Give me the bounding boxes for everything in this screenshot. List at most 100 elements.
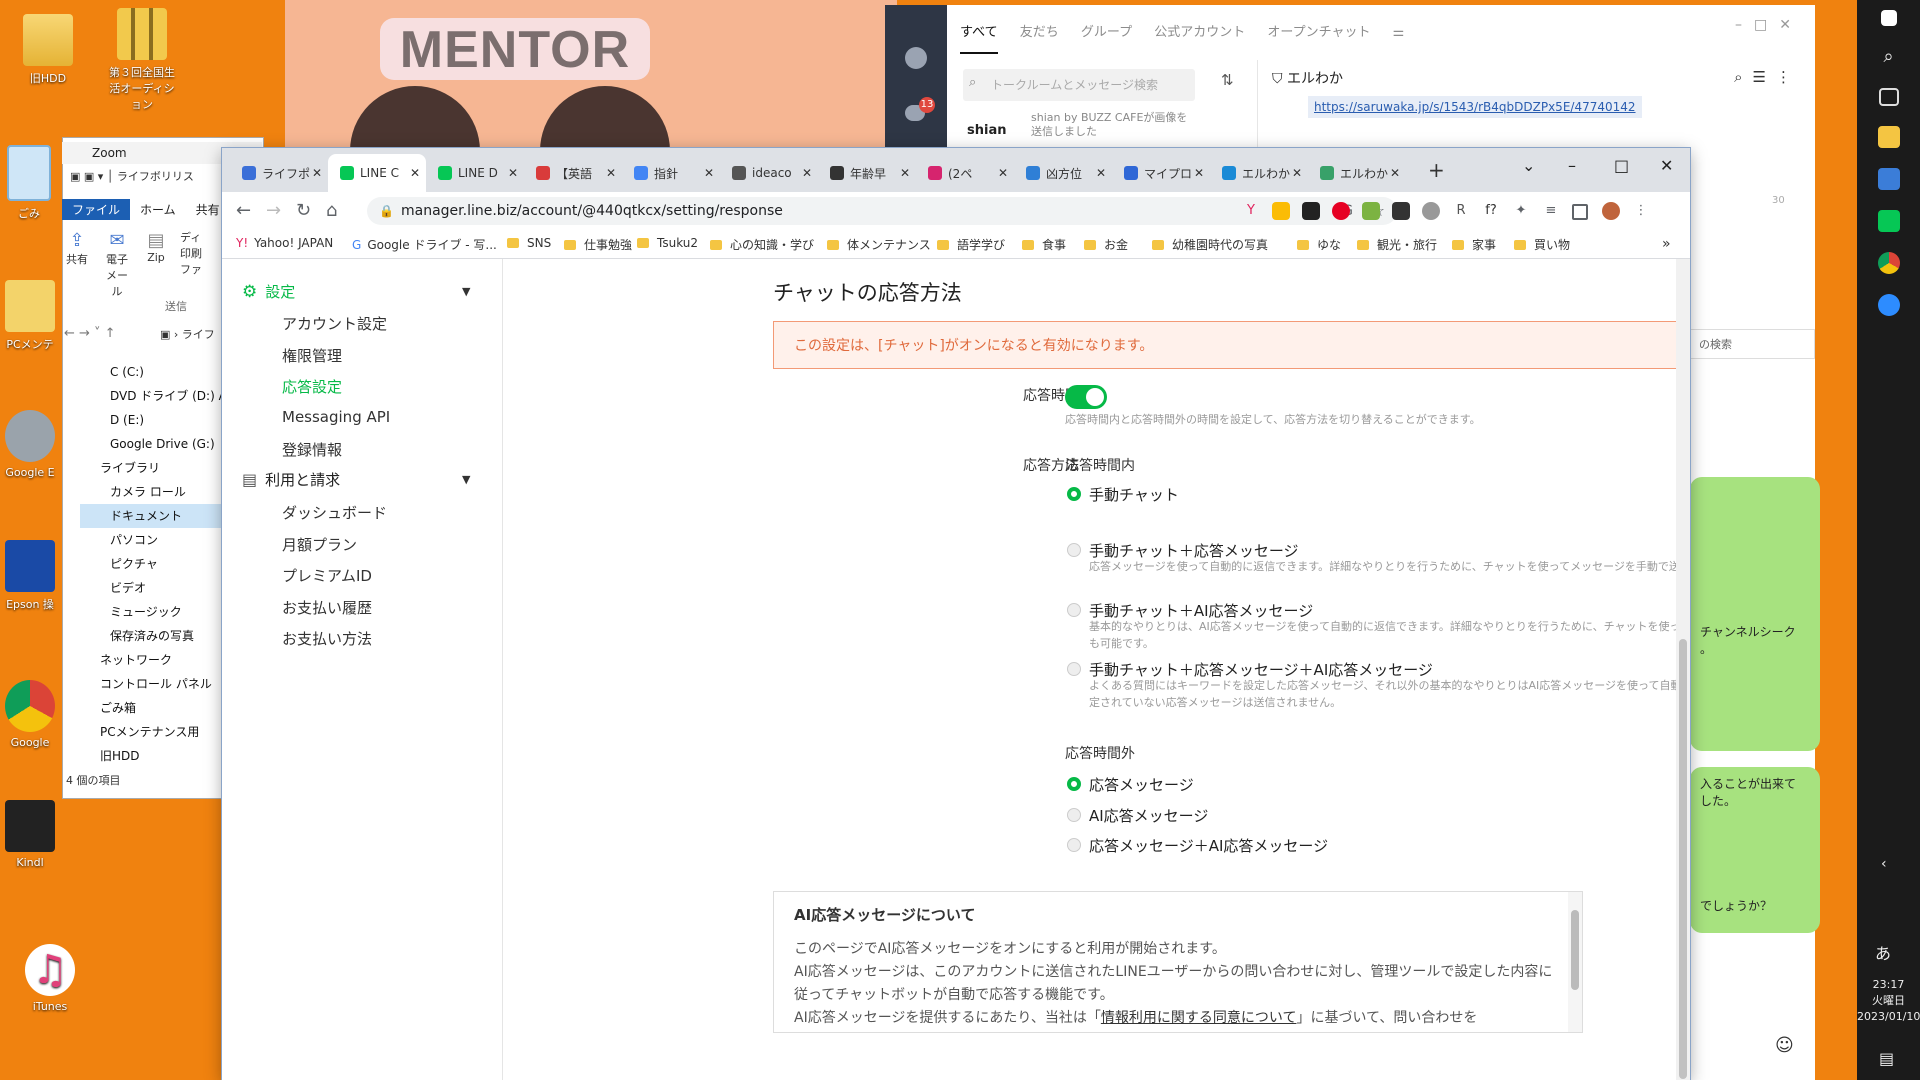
- bookmark-folder[interactable]: ゆな: [1297, 236, 1341, 253]
- tree-item[interactable]: ライブラリ: [80, 456, 245, 480]
- radio-off-ai[interactable]: [1067, 808, 1081, 822]
- chat-preview[interactable]: shian by BUZZ CAFEが画像を 送信しました: [1031, 111, 1187, 139]
- close-icon[interactable]: ✕: [898, 166, 912, 180]
- tree-item[interactable]: 旧HDD: [80, 744, 245, 768]
- tree-item[interactable]: D (E:): [80, 408, 245, 432]
- bookmark-folder[interactable]: SNS: [507, 236, 551, 250]
- close-icon[interactable]: ✕: [604, 166, 618, 180]
- radio-manual-chat[interactable]: [1067, 487, 1081, 501]
- tree-item[interactable]: ミュージック: [80, 600, 245, 624]
- sidebar-group-billing[interactable]: ▤ 利用と請求 ▼: [242, 469, 470, 490]
- tree-item[interactable]: パソコン: [80, 528, 245, 552]
- ribbon-small-button[interactable]: 印刷: [180, 246, 202, 262]
- maximize-icon[interactable]: □: [1614, 156, 1629, 175]
- browser-tab[interactable]: LINE D ✕: [426, 154, 524, 192]
- consent-link[interactable]: 情報利用に関する同意について: [1101, 1010, 1297, 1026]
- emoji-icon[interactable]: ☺: [1775, 1035, 1794, 1056]
- line-window-controls[interactable]: –□✕: [1735, 17, 1803, 33]
- browser-tab[interactable]: 指針 ✕: [622, 154, 720, 192]
- page-scrollbar[interactable]: [1676, 259, 1690, 1080]
- explorer-nav-buttons[interactable]: ← → ˅ ↑: [64, 326, 116, 341]
- browser-tab[interactable]: エルわか ✕: [1308, 154, 1406, 192]
- reload-icon[interactable]: ↻: [296, 200, 311, 221]
- tree-item[interactable]: C (C:): [80, 360, 245, 384]
- tree-item[interactable]: 保存済みの写真: [80, 624, 245, 648]
- desktop-icon-google-chrome[interactable]: Google: [0, 680, 60, 749]
- close-icon[interactable]: ✕: [1290, 166, 1304, 180]
- search-icon[interactable]: ⌕: [1878, 46, 1900, 68]
- kebab-menu-icon[interactable]: ⋮: [1632, 202, 1650, 220]
- bookmark-folder[interactable]: 仕事勉強: [564, 236, 632, 253]
- tree-item[interactable]: ビデオ: [80, 576, 245, 600]
- ribbon-tab-home[interactable]: ホーム: [130, 199, 186, 220]
- notification-icon[interactable]: ▤: [1879, 1049, 1894, 1068]
- line-search-input[interactable]: トークルームとメッセージ検索: [963, 69, 1195, 101]
- sidebar-item-premium-id[interactable]: プレミアムID: [282, 565, 372, 586]
- sidebar-item-dashboard[interactable]: ダッシュボード: [282, 502, 387, 523]
- task-view-icon[interactable]: [1878, 88, 1899, 106]
- explorer-address[interactable]: ▣ › ライフ: [160, 326, 215, 342]
- bookmark[interactable]: G Google ドライブ - 写...: [352, 236, 497, 253]
- home-icon[interactable]: ⌂: [326, 200, 337, 221]
- pinterest-extension-icon[interactable]: [1332, 202, 1350, 220]
- radio-manual-auto[interactable]: [1067, 543, 1081, 557]
- chrome-taskbar-icon[interactable]: [1877, 252, 1900, 274]
- bookmark-folder[interactable]: 買い物: [1514, 236, 1570, 253]
- browser-tab[interactable]: ideaco ✕: [720, 154, 818, 192]
- chevron-left-icon[interactable]: ‹: [1881, 856, 1887, 872]
- tab-open-chat[interactable]: オープンチャット: [1267, 25, 1370, 40]
- email-button[interactable]: ✉ 電子メール: [102, 230, 132, 299]
- radio-off-auto[interactable]: [1067, 777, 1081, 791]
- info-box-scrollbar[interactable]: [1568, 892, 1582, 1032]
- minimize-icon[interactable]: –: [1568, 156, 1576, 175]
- windows-start-icon[interactable]: [1880, 10, 1897, 26]
- sidebar-item-response[interactable]: 応答設定: [282, 376, 342, 397]
- tree-item[interactable]: ごみ箱: [80, 696, 245, 720]
- browser-tab[interactable]: エルわか ✕: [1210, 154, 1308, 192]
- scroll-thumb[interactable]: [1571, 910, 1579, 990]
- browser-tab[interactable]: マイプロ ✕: [1112, 154, 1210, 192]
- desktop-icon-old-hdd[interactable]: 旧HDD: [10, 14, 86, 86]
- browser-tab[interactable]: 【英語 ✕: [524, 154, 622, 192]
- ribbon-small-button[interactable]: ディ: [180, 230, 202, 246]
- desktop-icon-google-earth[interactable]: Google E: [0, 410, 60, 479]
- close-icon[interactable]: ✕: [1388, 166, 1402, 180]
- photos-icon[interactable]: [1877, 168, 1900, 190]
- bookmark-folder[interactable]: 体メンテナンス: [827, 236, 931, 253]
- response-time-toggle[interactable]: [1065, 385, 1107, 409]
- filter-icon[interactable]: ⚌: [1393, 25, 1405, 40]
- tree-item[interactable]: PCメンテナンス用: [80, 720, 245, 744]
- zip-button[interactable]: ▤ Zip: [144, 230, 168, 299]
- close-icon[interactable]: ✕: [1094, 166, 1108, 180]
- bookmark-folder[interactable]: Tsuku2: [637, 236, 698, 250]
- puzzle-icon[interactable]: ✦: [1512, 202, 1530, 220]
- yahoo-extension-icon[interactable]: Y: [1242, 202, 1260, 220]
- browser-tab[interactable]: 凶方位 ✕: [1014, 154, 1112, 192]
- desktop-icon-itunes[interactable]: ♫ iTunes: [12, 944, 88, 1013]
- bookmarks-overflow-icon[interactable]: »: [1662, 236, 1671, 252]
- desktop-icon-recycle[interactable]: ごみ: [4, 145, 54, 221]
- bookmark-folder[interactable]: 心の知識・学び: [710, 236, 814, 253]
- tab-friends[interactable]: 友だち: [1020, 25, 1059, 40]
- ime-indicator[interactable]: あ: [1875, 940, 1891, 964]
- sidebar-item-account[interactable]: アカウント設定: [282, 313, 387, 334]
- chat-link[interactable]: https://saruwaka.jp/s/1543/rB4qbDDZPx5E/…: [1308, 96, 1642, 118]
- side-search[interactable]: の検索: [1690, 329, 1815, 359]
- sidebar-item-messaging-api[interactable]: Messaging API: [282, 408, 390, 426]
- bookmark-folder[interactable]: 家事: [1452, 236, 1496, 253]
- chat-avatar[interactable]: shian: [967, 123, 1006, 138]
- close-icon[interactable]: ✕: [408, 166, 422, 180]
- line-app-icon[interactable]: [1877, 210, 1900, 232]
- radio-off-auto-ai[interactable]: [1067, 838, 1081, 852]
- tree-item[interactable]: DVD ドライブ (D:) Audi: [80, 384, 245, 408]
- desktop-icon-audition-zip[interactable]: 第３回全国生活オーディション: [104, 8, 180, 112]
- sidebar-item-monthly-plan[interactable]: 月額プラン: [282, 534, 357, 555]
- close-icon[interactable]: ✕: [996, 166, 1010, 180]
- bookmark-folder[interactable]: 食事: [1022, 236, 1066, 253]
- tree-item[interactable]: ドキュメント: [80, 504, 246, 528]
- bookmark-folder[interactable]: お金: [1084, 236, 1128, 253]
- drive-extension-icon[interactable]: [1272, 202, 1290, 220]
- reading-list-icon[interactable]: ≡: [1542, 202, 1560, 220]
- tree-item[interactable]: カメラ ロール: [80, 480, 245, 504]
- tab-extension-icon[interactable]: [1422, 202, 1440, 220]
